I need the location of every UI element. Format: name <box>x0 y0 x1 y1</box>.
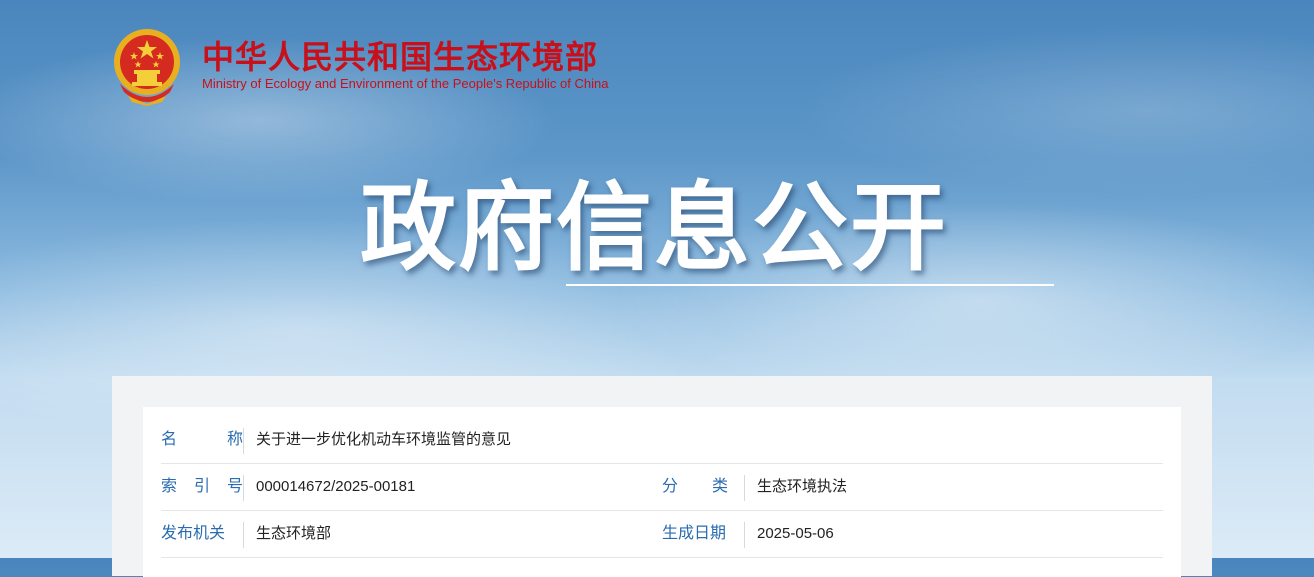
label-char: 分 <box>662 478 679 495</box>
separator <box>243 522 244 548</box>
label-char: 引 <box>193 478 210 495</box>
value-name: 关于进一步优化机动车环境监管的意见 <box>256 431 512 448</box>
table-row: 发布机关 生态环境部 生成日期 2025-05-06 <box>161 511 1163 558</box>
banner-divider <box>566 284 1054 286</box>
site-title-en[interactable]: Ministry of Ecology and Environment of t… <box>202 76 608 91</box>
label-name: 名 称 <box>161 417 243 463</box>
national-emblem-icon[interactable] <box>110 26 184 106</box>
site-title-cn[interactable]: 中华人民共和国生态环境部 <box>202 32 598 78</box>
info-table: 名 称 关于进一步优化机动车环境监管的意见 索 引 号 000014672/20… <box>143 407 1181 577</box>
label-creation-date: 生成日期 <box>662 525 727 542</box>
label-issuing-agency: 发布机关 <box>161 525 226 542</box>
label-char: 索 <box>161 478 178 495</box>
label-category: 分 类 <box>662 464 728 510</box>
label-char: 名 <box>161 431 178 448</box>
value-index-number: 000014672/2025-00181 <box>256 478 416 495</box>
separator <box>744 522 745 548</box>
value-category: 生态环境执法 <box>757 478 848 495</box>
separator <box>243 428 244 454</box>
label-index-number: 索 引 号 <box>161 464 243 510</box>
banner-title: 政府信息公开 <box>360 172 948 284</box>
separator <box>243 475 244 501</box>
label-char: 号 <box>226 478 243 495</box>
table-row: 索 引 号 000014672/2025-00181 分 类 生态环境执法 <box>161 464 1163 511</box>
label-char: 称 <box>226 431 243 448</box>
value-creation-date: 2025-05-06 <box>757 525 834 542</box>
value-issuing-agency: 生态环境部 <box>256 525 332 542</box>
separator <box>744 475 745 501</box>
table-row: 名 称 关于进一步优化机动车环境监管的意见 <box>161 417 1163 464</box>
label-char: 类 <box>711 478 728 495</box>
